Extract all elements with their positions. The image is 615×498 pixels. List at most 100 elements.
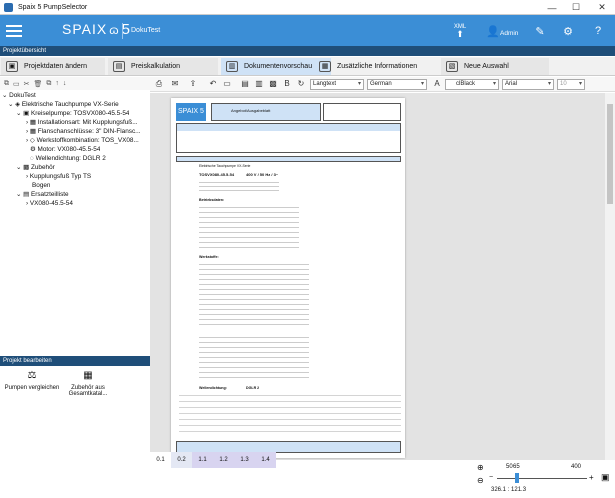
page2-icon[interactable]: ▥ xyxy=(254,79,264,89)
tree-item-materials[interactable]: › ◇ Werkstoffkombination: TOS_VX08... xyxy=(26,137,150,145)
cube-icon: ▣ xyxy=(6,61,18,72)
bold-icon[interactable]: B xyxy=(282,79,292,89)
tab-additional-info[interactable]: ▦ Zusätzliche Informationen xyxy=(314,58,438,75)
cut-icon[interactable]: ✂ xyxy=(24,80,30,88)
copy-icon[interactable]: ⧉ xyxy=(4,80,9,88)
up-icon[interactable]: ↑ xyxy=(55,80,59,87)
accessories-catalog-button[interactable]: ▦ Zubehör aus Gesamtkatal... xyxy=(58,370,118,397)
maximize-button[interactable]: ☐ xyxy=(564,0,588,15)
project-tree: ⌄ DokuTest ⌄ ◈ Elektrische Tauchpumpe VX… xyxy=(0,92,150,352)
document-viewer[interactable]: SPAIX 5 Angebot/Ausgabeblatt Elektrische… xyxy=(150,93,605,460)
page-tab[interactable]: 1.1 xyxy=(192,452,213,468)
xml-export-icon[interactable]: XML ⬆ xyxy=(450,21,470,41)
zoom-out-icon[interactable]: ⊖ xyxy=(477,476,484,485)
page-tab[interactable]: 1.3 xyxy=(234,452,255,468)
tab-new-selection[interactable]: ▧ Neue Auswahl xyxy=(441,58,549,75)
tree-item-coupling[interactable]: › Kupplungsfuß Typ TS xyxy=(26,173,91,181)
tab-project-data[interactable]: ▣ Projektdaten ändern xyxy=(1,58,105,75)
tab-price-calc[interactable]: ▤ Preiskalkulation xyxy=(108,58,218,75)
undo-icon[interactable]: ↶ xyxy=(208,79,218,89)
doc-customer-box xyxy=(176,123,401,153)
document-page: SPAIX 5 Angebot/Ausgabeblatt Elektrische… xyxy=(171,98,405,458)
info-icon: ▦ xyxy=(319,61,331,72)
app-header: SPAIX ɷ 5 DokuTest XML ⬆ 👤 Admin ✎ ⚙ ? xyxy=(0,15,615,46)
user-icon[interactable]: 👤 xyxy=(486,21,500,41)
compare-icon: ⚖ xyxy=(27,370,37,381)
header-divider xyxy=(122,23,123,39)
duplicate-icon[interactable]: ⧉ xyxy=(46,80,51,88)
email-icon[interactable]: ✉ xyxy=(170,79,180,89)
page-icon[interactable]: ▤ xyxy=(240,79,250,89)
fit-page-icon[interactable]: ▣ xyxy=(601,472,610,483)
tree-item-flange[interactable]: › ▦ Flanschanschlüsse: 3" DIN-Flansc... xyxy=(26,128,150,136)
zoom-plus-icon[interactable]: + xyxy=(589,473,594,482)
tree-item-motor[interactable]: ⚙ Motor: VX080-45.5-54 xyxy=(30,146,100,154)
doc-table-header xyxy=(176,156,401,162)
tree-item-spare-model[interactable]: › VX080-45.5-54 xyxy=(26,200,73,208)
tree-item-accessories[interactable]: ⌄ ▩ Zubehör xyxy=(16,164,55,172)
zoom-readout: 326.1 : 121.3 xyxy=(491,487,527,493)
compare-pumps-button[interactable]: ⚖ Pumpen vergleichen xyxy=(2,370,62,391)
project-edit-header: Projekt bearbeiten xyxy=(0,356,150,366)
paste-icon[interactable]: ▭ xyxy=(13,80,20,88)
minimize-button[interactable]: — xyxy=(540,0,564,15)
spaix-logo: SPAIX ɷ 5 xyxy=(62,21,131,38)
tree-toolbar: ⧉ ▭ ✂ 🗑 ⧉ ↑ ↓ xyxy=(0,77,150,90)
delete-icon[interactable]: 🗑 xyxy=(34,80,43,88)
new-selection-icon: ▧ xyxy=(446,61,458,72)
page-tabs: 0.1 0.2 1.1 1.2 1.3 1.4 xyxy=(150,452,450,468)
doc-logo: SPAIX 5 xyxy=(178,108,204,115)
tree-item-centrifugal-pump[interactable]: ⌄ ▣ Kreiselpumpe: TOSVX080-45.5-54 xyxy=(16,110,129,118)
zoom-control: ⊕ ⊖ 50 65 400 − + ▣ 326.1 : 121.3 xyxy=(475,462,615,498)
zoom-thumb[interactable] xyxy=(515,473,519,483)
color-select[interactable]: clBlack xyxy=(445,79,499,90)
doc-group2: Werkstoffe: xyxy=(199,255,219,259)
down-icon[interactable]: ↓ xyxy=(63,80,67,87)
text-style-select[interactable]: Langtext xyxy=(310,79,364,90)
text-color-icon[interactable]: A xyxy=(432,79,442,89)
scrollbar-thumb[interactable] xyxy=(607,104,613,204)
zoom-in-icon[interactable]: ⊕ xyxy=(477,463,484,472)
doc-group1: Betriebsdaten: xyxy=(199,198,225,202)
settings-icon[interactable]: ⚙ xyxy=(560,21,576,41)
save-icon[interactable]: ▩ xyxy=(268,79,278,89)
language-select[interactable]: German xyxy=(367,79,427,90)
tree-item-bend[interactable]: Bogen xyxy=(32,182,50,190)
page-setup-icon[interactable]: ▭ xyxy=(222,79,232,89)
zoom-max-label: 400 xyxy=(571,464,582,470)
tree-item-seal[interactable]: ◌ Wellendichtung: DGLR 2 xyxy=(30,155,106,163)
page-tab[interactable]: 0.1 xyxy=(150,452,171,468)
doc-materials xyxy=(199,261,309,329)
doc-positions xyxy=(179,392,401,437)
help-icon[interactable]: ? xyxy=(590,21,606,41)
doc-title: Angebot/Ausgabeblatt xyxy=(231,108,271,113)
tree-item-pump-series[interactable]: ⌄ ◈ Elektrische Tauchpumpe VX-Serie xyxy=(8,101,119,109)
doc-pump-desc: 400 V / 50 Hz / 3~ xyxy=(246,172,279,177)
doc-text-lines xyxy=(199,180,279,192)
zoom-low-label: 50 xyxy=(506,464,513,470)
hamburger-menu-icon[interactable] xyxy=(6,22,22,38)
document-icon: ▥ xyxy=(226,61,238,72)
page-tab[interactable]: 0.2 xyxy=(171,452,192,468)
font-select[interactable]: Arial xyxy=(502,79,554,90)
project-overview-header: Projektübersicht xyxy=(0,46,615,56)
page-tab[interactable]: 1.2 xyxy=(213,452,234,468)
project-name: DokuTest xyxy=(131,27,161,34)
tree-root[interactable]: ⌄ DokuTest xyxy=(2,92,36,100)
zoom-mid-label: 65 xyxy=(513,464,520,470)
close-button[interactable]: ✕ xyxy=(590,0,614,15)
zoom-minus-icon[interactable]: − xyxy=(489,474,493,481)
doc-seal: DGLR 2 xyxy=(246,386,260,390)
reload-icon[interactable]: ↻ xyxy=(296,79,306,89)
print-icon[interactable]: ⎙ xyxy=(154,79,164,89)
tree-item-spare-parts[interactable]: ⌄ ▤ Ersatzteilliste xyxy=(16,191,69,199)
zoom-track[interactable] xyxy=(497,478,587,479)
export-icon[interactable]: ⇪ xyxy=(188,79,198,89)
admin-label[interactable]: Admin xyxy=(500,23,518,43)
window-title: Spaix 5 PumpSelector xyxy=(18,3,88,11)
page-tab[interactable]: 1.4 xyxy=(255,452,276,468)
tree-item-installation[interactable]: › ▦ Installationsart: Mit Kupplungsfuß..… xyxy=(26,119,150,127)
edit-icon[interactable]: ✎ xyxy=(532,21,548,41)
font-size-select[interactable]: 10 xyxy=(557,79,585,90)
doc-meta-box xyxy=(323,103,401,121)
